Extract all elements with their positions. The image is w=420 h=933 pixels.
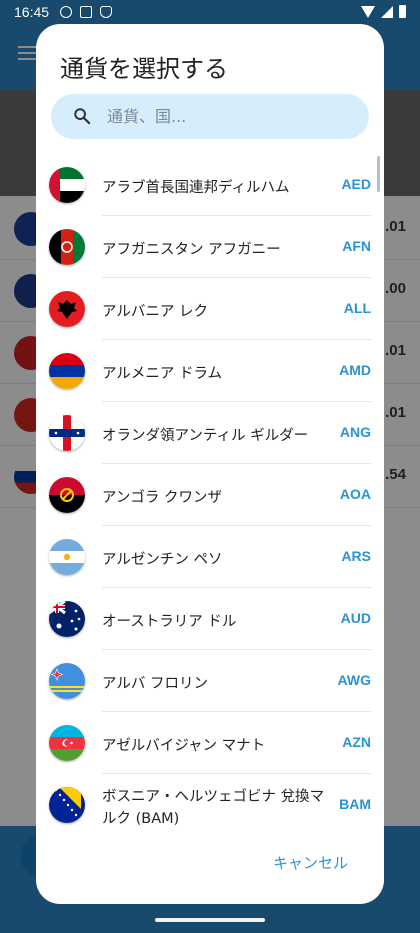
australia-flag-icon [49, 601, 85, 637]
currency-item-all[interactable]: アルバニア レク ALL [36, 278, 384, 340]
currency-name: アルメニア ドラム [102, 366, 223, 382]
uae-flag-icon [49, 167, 85, 203]
battery-icon [399, 5, 406, 18]
currency-name: アルバ フロリン [102, 676, 208, 692]
currency-code: AMD [339, 362, 371, 378]
sync-icon [60, 6, 72, 18]
search-icon [74, 108, 91, 125]
currency-name: オーストラリア ドル [102, 614, 237, 630]
currency-item-ars[interactable]: アルゼンチン ペソ ARS [36, 526, 384, 588]
currency-name: アフガニスタン アフガニー [102, 242, 281, 258]
armenia-flag-icon [49, 353, 85, 389]
notification-icon [80, 6, 92, 18]
currency-code: AZN [342, 734, 371, 750]
argentina-flag-icon [49, 539, 85, 575]
aruba-flag-icon [49, 663, 85, 699]
bosnia-flag-icon [49, 787, 85, 823]
currency-item-bam[interactable]: ボスニア・ヘルツェゴビナ 兌換マルク (BAM) BAM [36, 774, 384, 826]
currency-item-awg[interactable]: アルバ フロリン AWG [36, 650, 384, 712]
currency-code: AFN [342, 238, 371, 254]
currency-code: AOA [339, 486, 371, 502]
currency-name: ボスニア・ヘルツェゴビナ 兌換マルク (BAM) [102, 789, 325, 826]
currency-item-aed[interactable]: アラブ首長国連邦ディルハム AED [36, 154, 384, 216]
status-time: 16:45 [14, 4, 50, 20]
albania-flag-icon [49, 291, 85, 327]
status-bar: 16:45 [0, 0, 420, 26]
currency-item-aud[interactable]: オーストラリア ドル AUD [36, 588, 384, 650]
afghanistan-flag-icon [49, 229, 85, 265]
currency-name: アルゼンチン ペソ [102, 552, 223, 568]
currency-item-amd[interactable]: アルメニア ドラム AMD [36, 340, 384, 402]
gesture-nav-handle[interactable] [155, 918, 265, 922]
currency-name: アルバニア レク [102, 304, 208, 320]
currency-name: オランダ領アンティル ギルダー [102, 428, 309, 444]
currency-code: AED [341, 176, 371, 192]
currency-code: ARS [341, 548, 371, 564]
wifi-icon [361, 5, 375, 18]
currency-name: アゼルバイジャン マナト [102, 738, 266, 754]
currency-name: アラブ首長国連邦ディルハム [102, 180, 290, 196]
dialog-title: 通貨を選択する [60, 55, 228, 83]
shield-icon [100, 6, 112, 18]
currency-select-dialog: 通貨を選択する アラブ首長国連邦ディルハム AED アフガニスタン アフガニー AFN… [36, 24, 384, 904]
currency-code: ANG [339, 424, 371, 440]
currency-code: ALL [343, 300, 371, 316]
currency-code: AWG [337, 672, 371, 688]
cancel-button[interactable]: キャンセル [273, 852, 348, 873]
azerbaijan-flag-icon [49, 725, 85, 761]
currency-item-ang[interactable]: オランダ領アンティル ギルダー ANG [36, 402, 384, 464]
currency-item-azn[interactable]: アゼルバイジャン マナト AZN [36, 712, 384, 774]
currency-item-afn[interactable]: アフガニスタン アフガニー AFN [36, 216, 384, 278]
search-box[interactable] [51, 94, 369, 139]
currency-code: AUD [340, 610, 371, 626]
signal-icon [381, 5, 393, 18]
currency-code: BAM [339, 796, 371, 812]
netherlands-antilles-flag-icon [49, 415, 85, 451]
angola-flag-icon [49, 477, 85, 513]
currency-name: アンゴラ クワンザ [102, 490, 223, 506]
search-input[interactable] [107, 94, 357, 139]
currency-item-aoa[interactable]: アンゴラ クワンザ AOA [36, 464, 384, 526]
currency-list[interactable]: アラブ首長国連邦ディルハム AED アフガニスタン アフガニー AFN アルバニア レク… [36, 154, 384, 826]
